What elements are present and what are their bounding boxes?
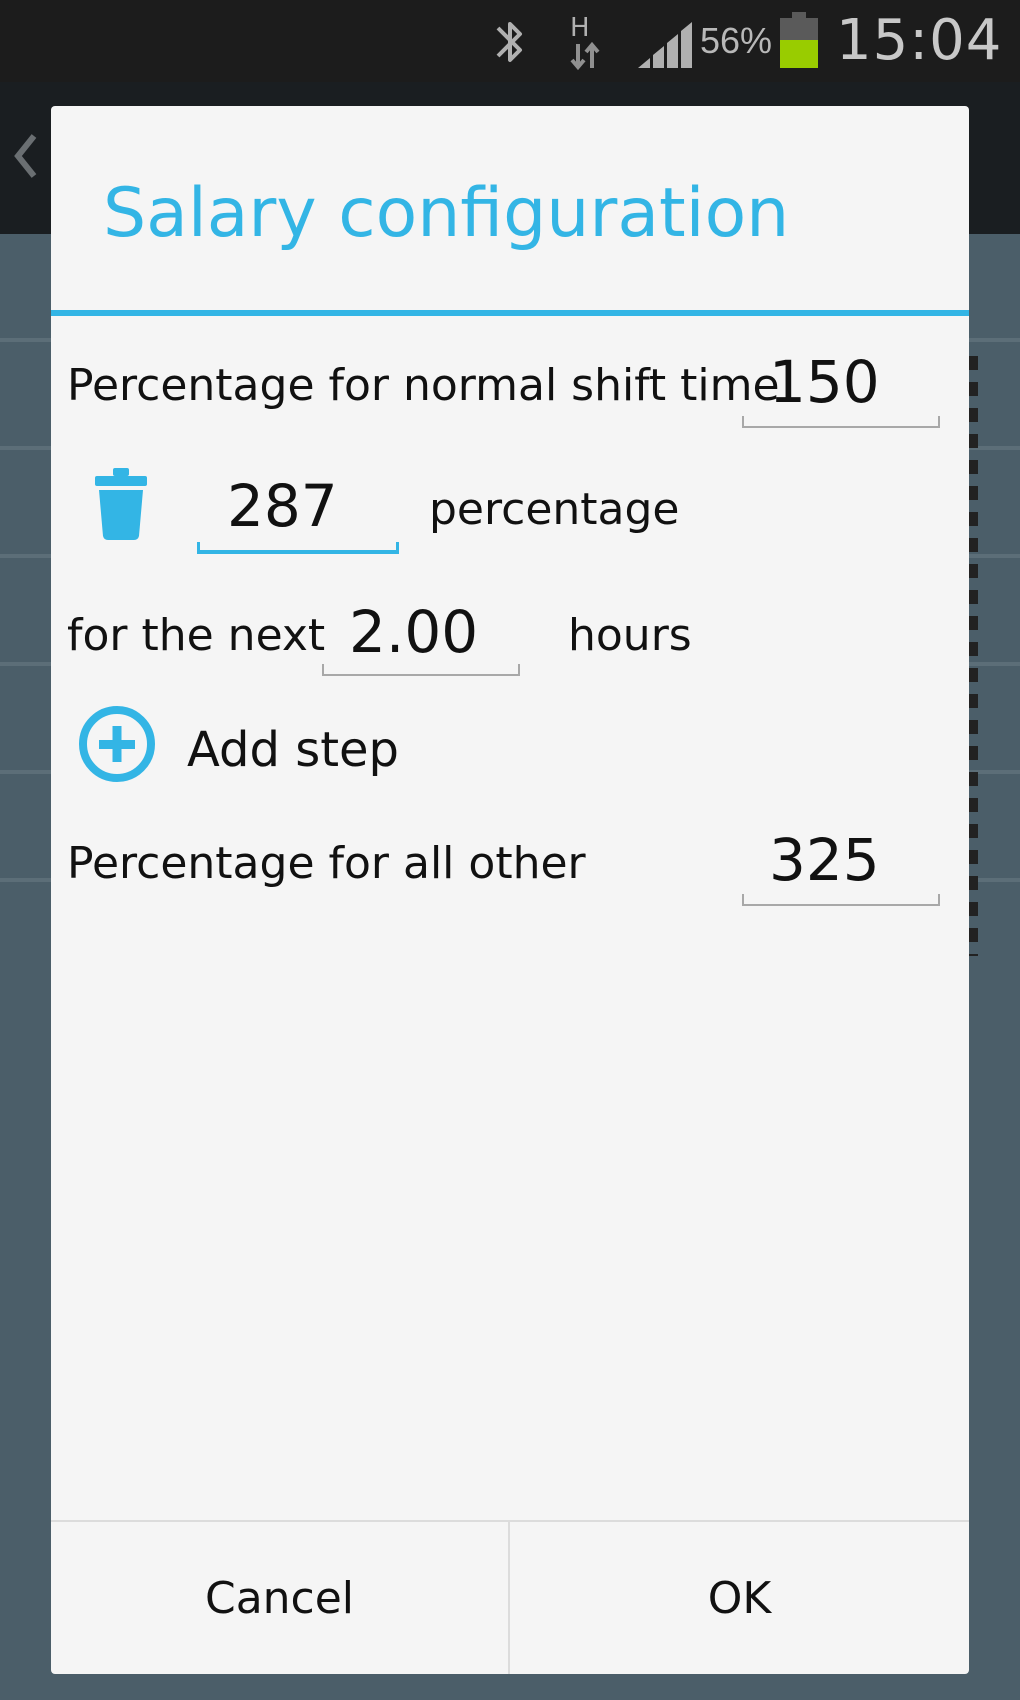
step-percentage-label: percentage — [429, 484, 680, 535]
all-other-label: Percentage for all other — [67, 838, 586, 889]
title-divider — [51, 310, 969, 316]
hspa-data-icon: H — [570, 13, 600, 71]
normal-shift-percentage-input[interactable]: 150 — [769, 348, 880, 416]
normal-shift-label: Percentage for normal shift time — [67, 360, 780, 411]
clock: 15:04 — [836, 8, 1003, 73]
bluetooth-icon — [496, 22, 522, 62]
step-hours-input[interactable]: 2.00 — [349, 598, 478, 666]
status-bar: H 56% 15:04 — [0, 0, 1020, 82]
ok-button[interactable]: OK — [510, 1522, 969, 1674]
add-step-button[interactable]: Add step — [77, 704, 417, 788]
dialog-button-bar: Cancel OK — [51, 1520, 969, 1674]
back-chevron-icon — [14, 134, 37, 178]
step-hours-input-underline — [322, 664, 520, 676]
add-step-label: Add step — [187, 722, 400, 778]
battery-icon — [780, 12, 818, 68]
all-other-input-underline — [742, 894, 940, 906]
all-other-percentage-input[interactable]: 325 — [769, 826, 880, 894]
delete-step-trash-icon[interactable] — [91, 466, 151, 542]
step-percentage-input-underline — [197, 542, 399, 554]
for-the-next-label: for the next — [67, 610, 326, 661]
salary-configuration-dialog: Salary configuration Percentage for norm… — [51, 106, 969, 1674]
hours-label: hours — [568, 610, 692, 661]
step-percentage-input[interactable]: 287 — [227, 472, 338, 540]
add-circle-icon — [79, 706, 155, 782]
dialog-title: Salary configuration — [103, 174, 790, 253]
background-scroll-marks — [968, 356, 978, 956]
signal-icon — [638, 22, 692, 68]
normal-shift-input-underline — [742, 416, 940, 428]
network-type-label: H — [570, 13, 590, 43]
cancel-button[interactable]: Cancel — [51, 1522, 508, 1674]
battery-percent: 56% — [700, 20, 773, 61]
